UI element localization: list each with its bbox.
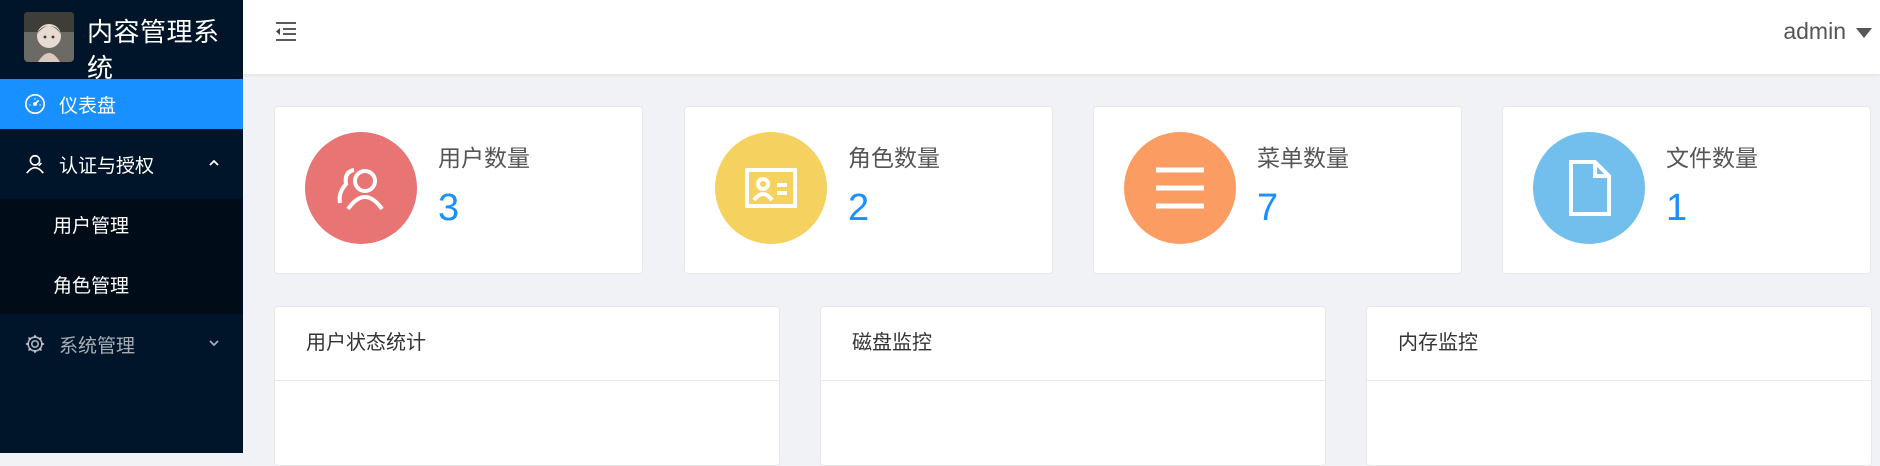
user-menu[interactable]: admin	[1783, 18, 1872, 45]
sidebar-item-user-management[interactable]: 用户管理	[0, 199, 243, 249]
sidebar-item-label: 角色管理	[53, 275, 130, 297]
stat-label: 角色数量	[848, 145, 940, 171]
caret-down-icon	[1856, 27, 1872, 38]
sidebar-item-label: 系统管理	[59, 335, 136, 357]
stat-value: 3	[438, 187, 460, 229]
id-card-icon	[715, 132, 827, 244]
gear-icon	[24, 333, 46, 355]
app-title: 内容管理系统	[87, 17, 220, 79]
sidebar-item-auth[interactable]: 认证与授权	[0, 139, 243, 189]
chevron-up-icon	[209, 159, 219, 166]
dashboard-icon	[24, 93, 46, 115]
stat-card-users: 用户数量 3	[274, 106, 643, 274]
stat-value: 1	[1666, 187, 1688, 229]
sidebar-item-dashboard[interactable]: 仪表盘	[0, 79, 243, 129]
file-icon	[1533, 132, 1645, 244]
panel-title: 内存监控	[1367, 307, 1871, 381]
logo-avatar	[24, 12, 74, 62]
stat-card-roles: 角色数量 2	[684, 106, 1053, 274]
sidebar-item-role-management[interactable]: 角色管理	[0, 259, 243, 309]
chevron-down-icon	[209, 340, 219, 347]
panel-memory-monitor: 内存监控	[1366, 306, 1872, 466]
panel-user-status: 用户状态统计	[274, 306, 780, 466]
stat-value: 7	[1257, 187, 1279, 229]
sidebar-item-system[interactable]: 系统管理	[0, 319, 243, 369]
header: admin	[243, 0, 1880, 74]
stat-label: 用户数量	[438, 145, 530, 171]
panel-title: 用户状态统计	[275, 307, 779, 381]
stat-value: 2	[848, 187, 870, 229]
sidebar-item-label: 认证与授权	[59, 155, 155, 177]
users-icon	[305, 132, 417, 244]
stat-card-files: 文件数量 1	[1502, 106, 1871, 274]
stat-label: 菜单数量	[1257, 145, 1349, 171]
stat-card-menus: 菜单数量 7	[1093, 106, 1462, 274]
brand: 内容管理系统	[0, 0, 243, 79]
sidebar: 内容管理系统 仪表盘 认证与授权 用户管理 角色管理 系统管理	[0, 0, 243, 453]
sidebar-item-label: 仪表盘	[59, 95, 117, 117]
stat-label: 文件数量	[1666, 145, 1758, 171]
username: admin	[1783, 18, 1846, 44]
menu-icon	[1124, 132, 1236, 244]
user-auth-icon	[24, 153, 46, 175]
submenu-auth: 用户管理 角色管理	[0, 199, 243, 314]
menu-fold-icon[interactable]	[275, 21, 297, 41]
panel-title: 磁盘监控	[821, 307, 1325, 381]
panel-disk-monitor: 磁盘监控	[820, 306, 1326, 466]
sidebar-item-label: 用户管理	[53, 215, 130, 237]
